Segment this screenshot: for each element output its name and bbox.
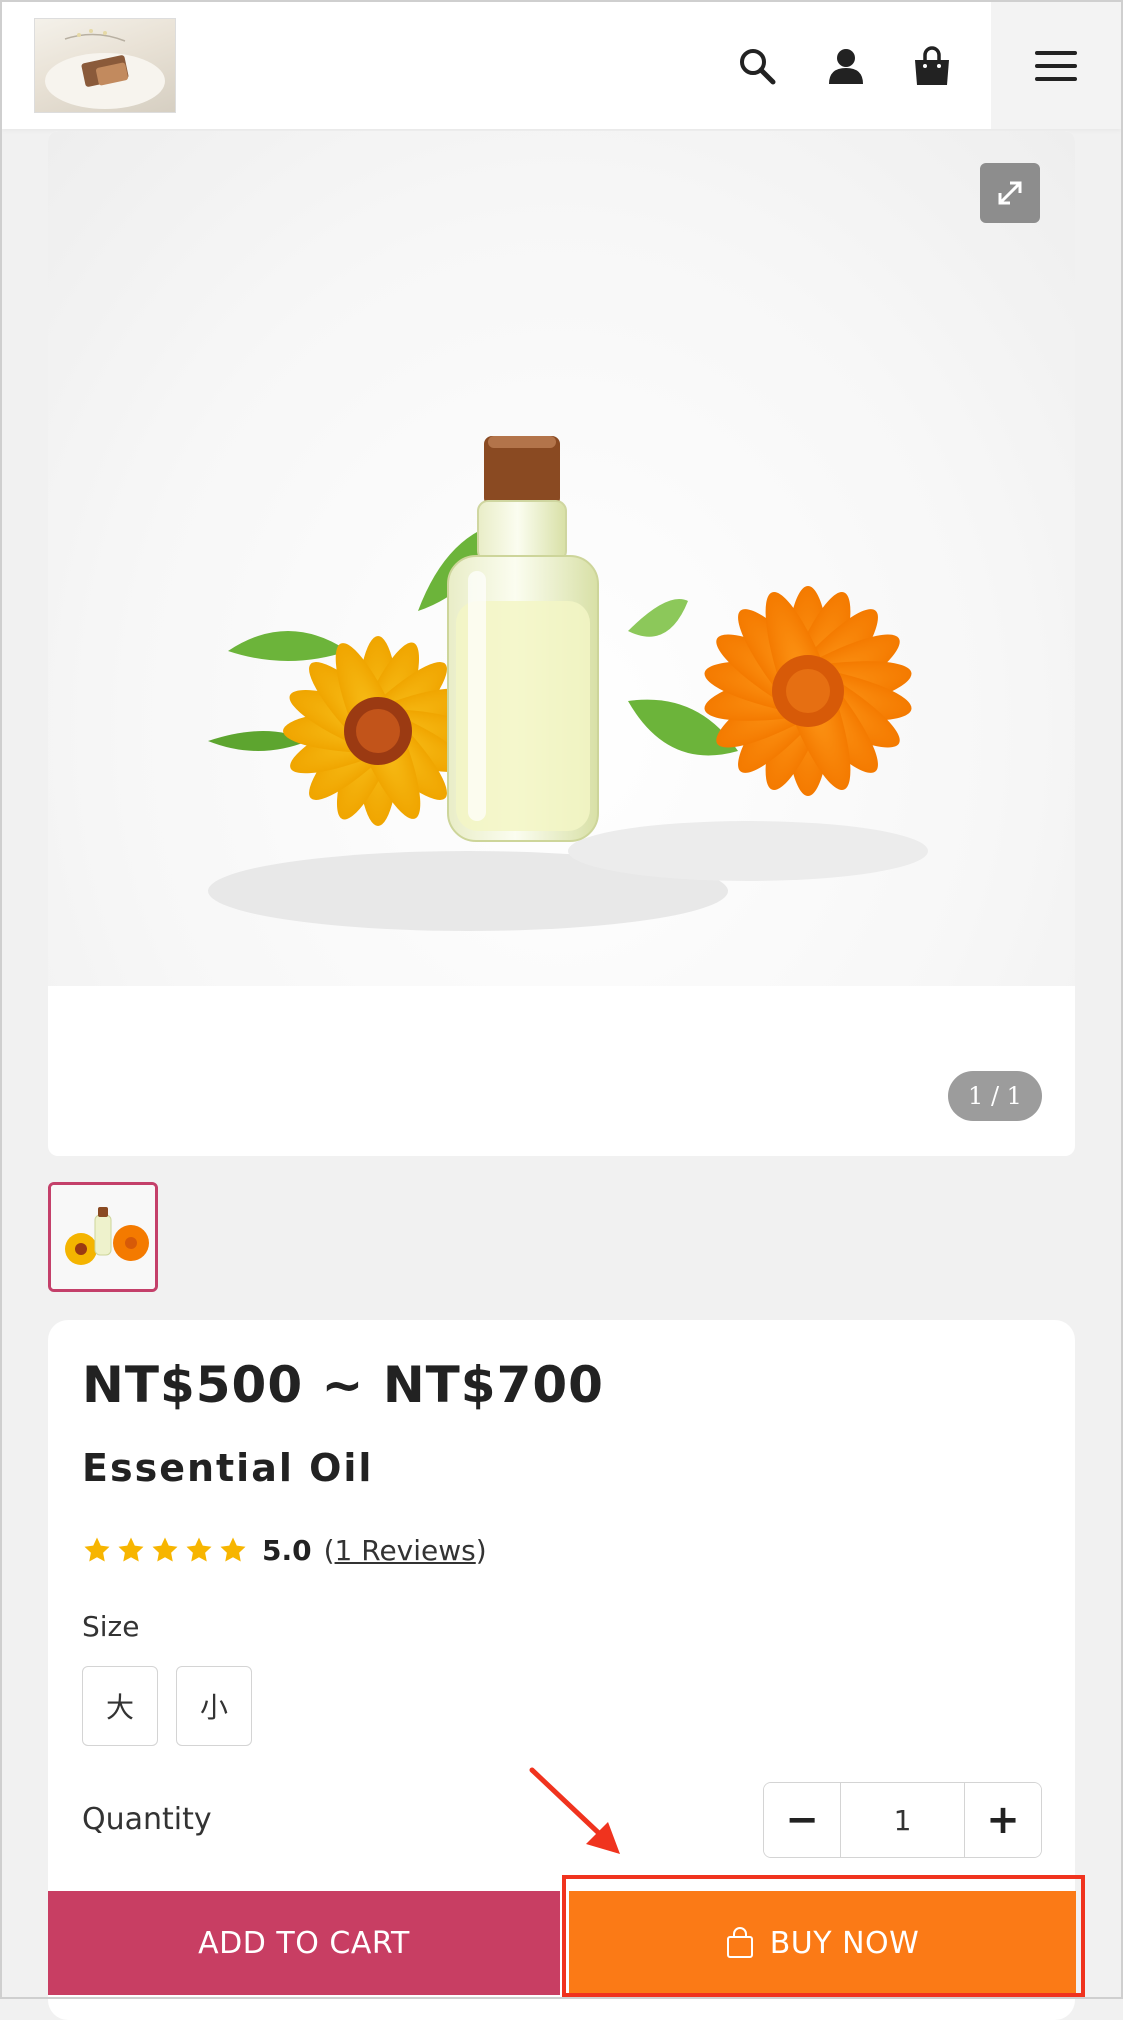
product-gallery: 1 / 1 xyxy=(48,131,1075,1156)
hamburger-menu-button[interactable] xyxy=(991,2,1121,129)
rating-row: 5.0 (1 Reviews) xyxy=(82,1530,487,1570)
product-main-image[interactable] xyxy=(48,131,1075,986)
reviews-open-paren: ( xyxy=(323,1533,335,1567)
buy-now-label: BUY NOW xyxy=(769,1925,920,1961)
thumbnail-image xyxy=(51,1185,155,1289)
add-to-cart-label: ADD TO CART xyxy=(198,1925,410,1961)
site-header xyxy=(2,2,1121,129)
add-to-cart-button[interactable]: ADD TO CART xyxy=(48,1891,560,1995)
quantity-increase-button[interactable]: + xyxy=(965,1783,1041,1857)
reviews-count: (1 Reviews) xyxy=(324,1534,487,1567)
search-icon[interactable] xyxy=(737,46,777,86)
size-option-large[interactable]: 大 xyxy=(82,1666,158,1746)
annotation-arrow-icon xyxy=(529,1767,620,1854)
essential-oil-photo xyxy=(208,436,928,931)
quantity-decrease-button[interactable]: − xyxy=(764,1783,840,1857)
product-name: Essential Oil xyxy=(82,1446,374,1490)
size-label: Size xyxy=(82,1610,140,1643)
star-icon xyxy=(84,1537,110,1562)
reviews-link[interactable]: 1 Reviews xyxy=(335,1534,476,1567)
star-icon xyxy=(152,1537,178,1562)
quantity-label: Quantity xyxy=(82,1802,212,1837)
quantity-stepper: − 1 + xyxy=(763,1782,1042,1858)
shopping-bag-icon[interactable] xyxy=(912,46,952,86)
hamburger-menu-icon xyxy=(1035,50,1077,81)
user-icon[interactable] xyxy=(826,46,866,86)
rating-stars xyxy=(82,1535,248,1565)
star-icon xyxy=(186,1537,212,1562)
rating-value: 5.0 xyxy=(262,1533,312,1567)
expand-arrows-icon xyxy=(998,181,1022,205)
star-icon xyxy=(220,1537,246,1562)
buy-now-button[interactable]: BUY NOW xyxy=(569,1891,1076,1995)
expand-image-button[interactable] xyxy=(980,163,1040,223)
logo-image xyxy=(45,29,165,109)
star-icon xyxy=(118,1537,144,1562)
size-option-small[interactable]: 小 xyxy=(176,1666,252,1746)
quantity-input[interactable]: 1 xyxy=(840,1783,965,1857)
product-price: NT$500 ~ NT$700 xyxy=(82,1356,604,1414)
reviews-close-paren: ) xyxy=(475,1533,487,1567)
shop-logo[interactable] xyxy=(34,18,176,113)
product-thumbnail[interactable] xyxy=(48,1182,158,1292)
image-pager: 1 / 1 xyxy=(948,1071,1042,1121)
shopping-bag-icon xyxy=(726,1927,753,1958)
